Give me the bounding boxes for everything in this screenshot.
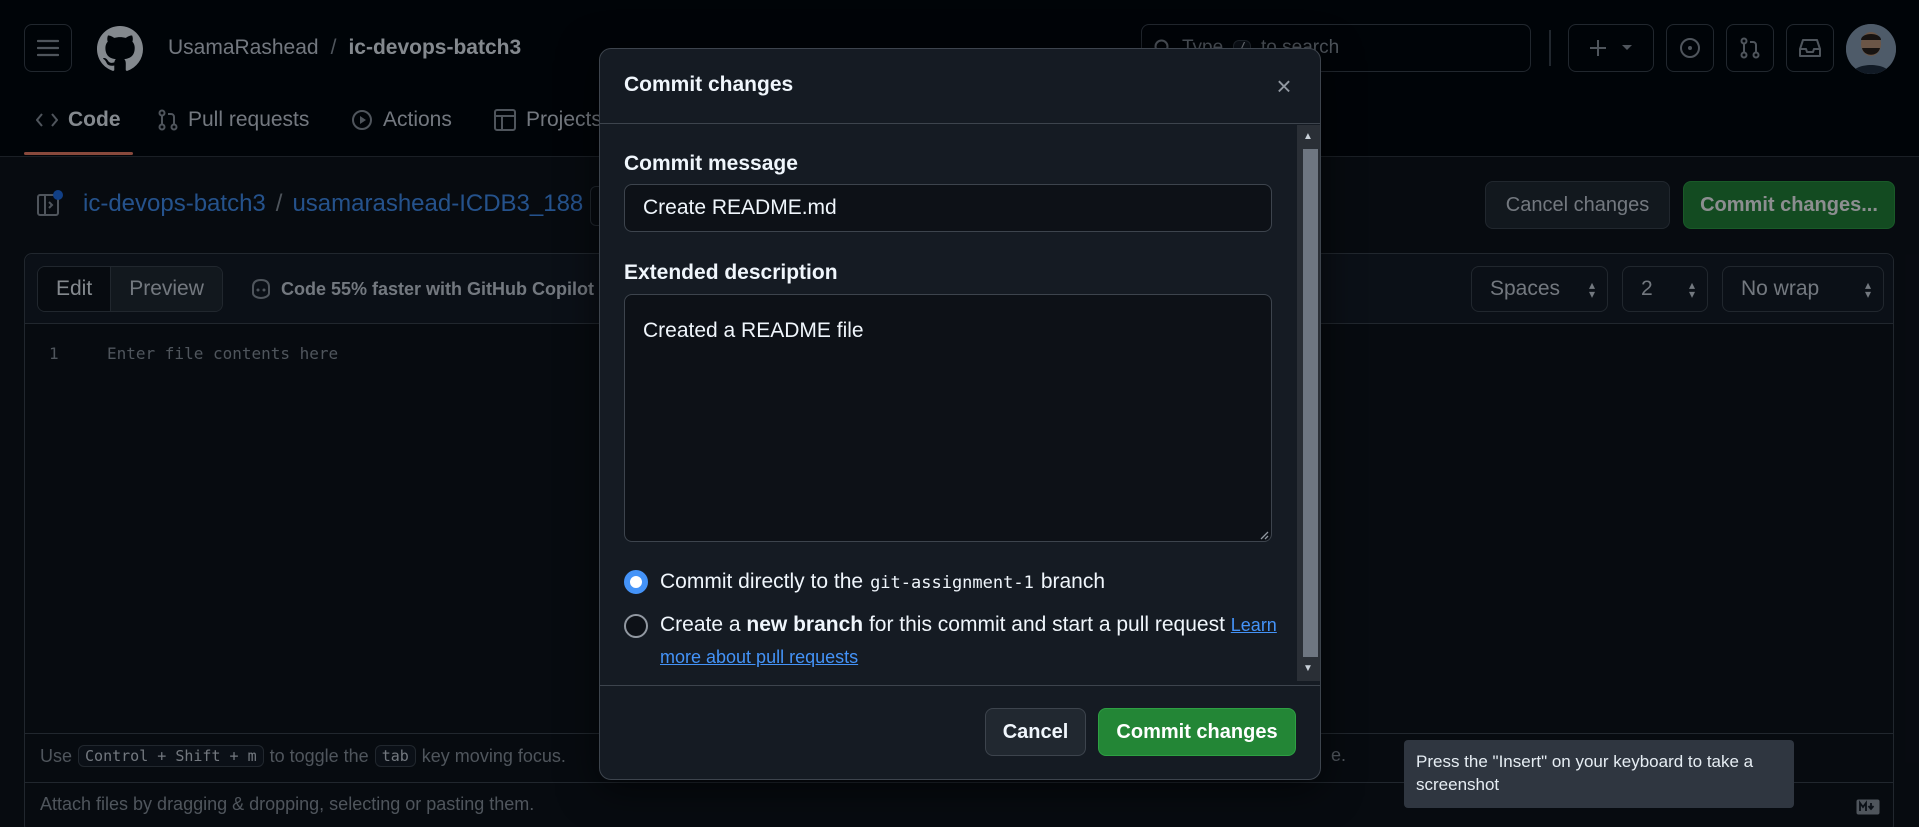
dialog-commit-button[interactable]: Commit changes [1098,708,1296,756]
screenshot-tooltip: Press the "Insert" on your keyboard to t… [1404,740,1794,808]
extended-description-label: Extended description [624,261,838,284]
close-icon[interactable]: × [1269,71,1299,101]
option1-suffix: branch [1040,570,1106,593]
scroll-down-icon[interactable]: ▼ [1303,663,1313,674]
option1-prefix: Commit directly to the [660,570,864,593]
dialog-scroll-thumb[interactable] [1303,149,1318,657]
dialog-cancel-button[interactable]: Cancel [985,708,1086,756]
new-branch-option[interactable]: Create a new branch for this commit and … [660,609,1280,673]
dialog-title: Commit changes [624,73,794,96]
scroll-up-icon[interactable]: ▲ [1303,131,1313,142]
option2-prefix: Create a [660,613,741,636]
option2-suffix: for this commit and start a pull request [868,613,1225,636]
learn-more-link-cont[interactable]: more about pull requests [660,647,858,667]
learn-more-link[interactable]: Learn [1231,615,1277,635]
commit-directly-option[interactable]: Commit directly to the git-assignment-1 … [660,566,1105,599]
resize-handle-icon[interactable] [1257,527,1269,540]
commit-directly-radio[interactable] [624,570,648,594]
option2-bold: new branch [746,613,864,636]
branch-name: git-assignment-1 [870,573,1034,593]
commit-message-input[interactable]: Create README.md [624,184,1272,232]
new-branch-radio[interactable] [624,614,648,638]
commit-dialog: Commit changes × Commit message Create R… [599,48,1321,780]
commit-message-label: Commit message [624,152,798,175]
extended-description-textarea[interactable]: Created a README file [624,294,1272,542]
